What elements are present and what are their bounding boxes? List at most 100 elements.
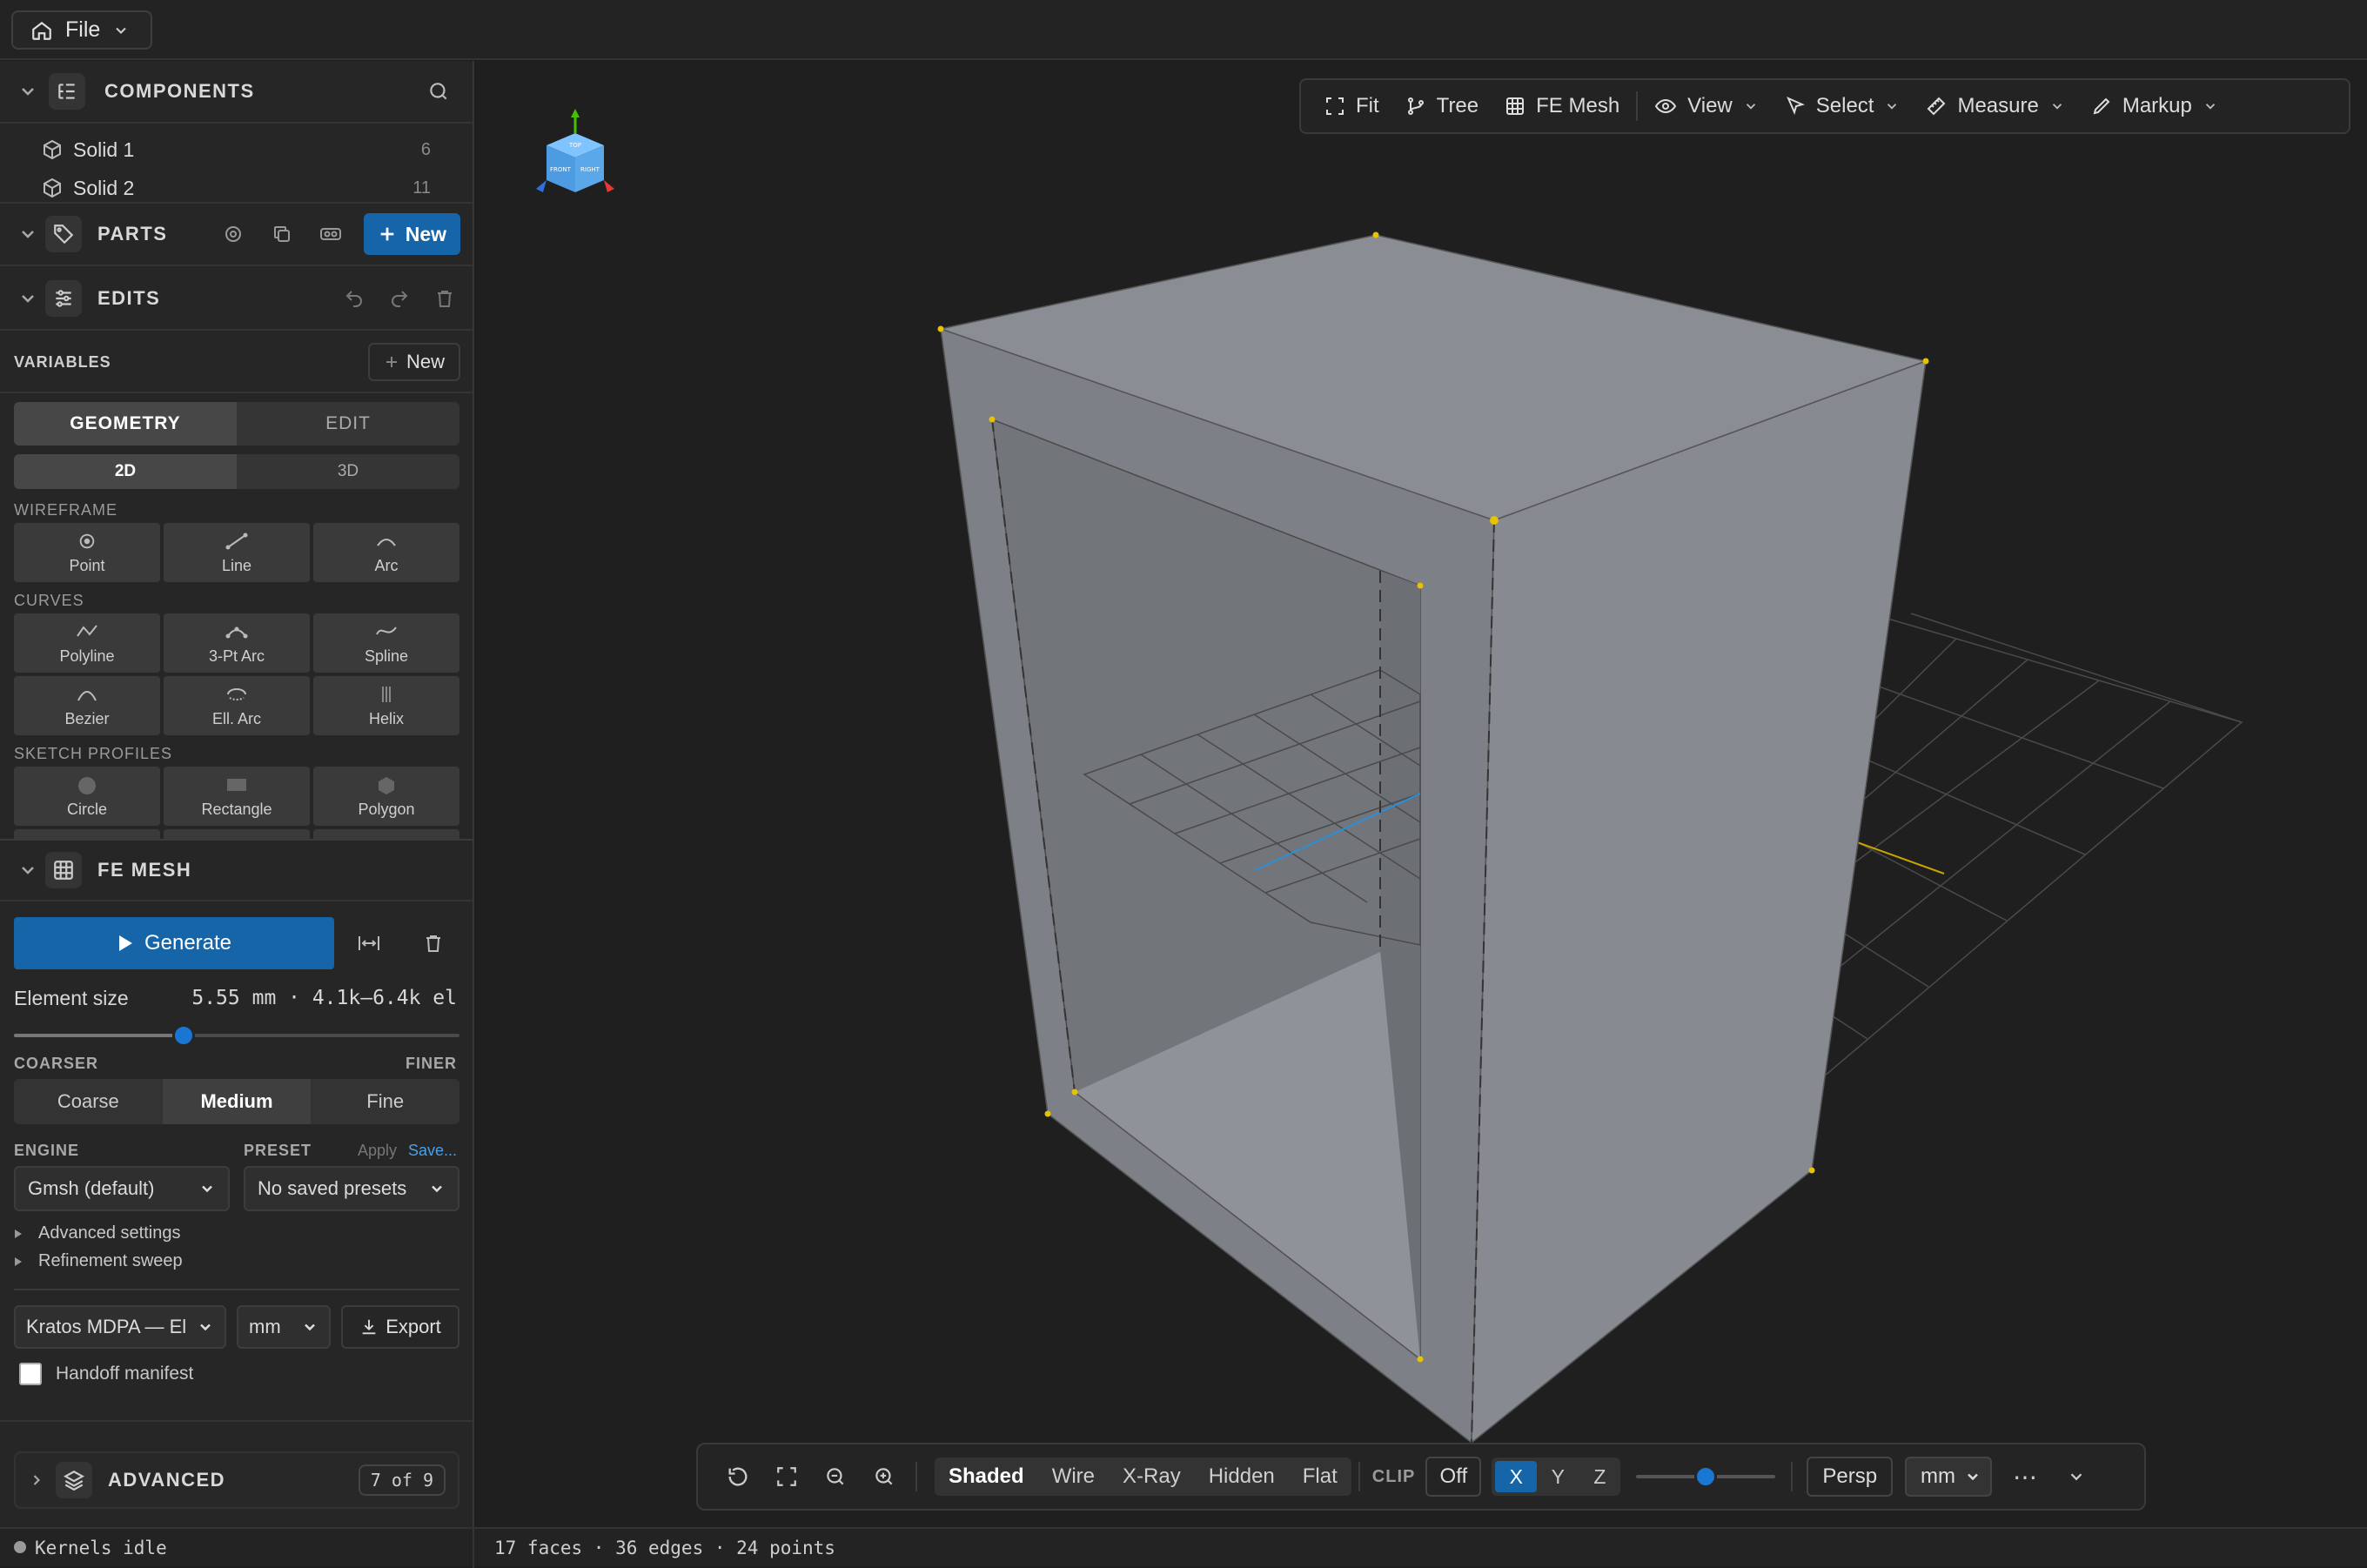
tab-2d[interactable]: 2D [14,454,237,489]
new-part-label: New [405,222,446,245]
density-fine[interactable]: Fine [311,1079,459,1124]
preset-save-link[interactable]: Save... [408,1142,457,1160]
export-format-select[interactable]: Kratos MDPA — El [14,1305,226,1349]
export-unit-select[interactable]: mm [237,1305,331,1349]
tool-3pt-arc[interactable]: 3-Pt Arc [164,613,310,673]
redo-icon[interactable] [382,281,417,316]
mode-flat[interactable]: Flat [1289,1457,1351,1496]
tool-spline[interactable]: Spline [313,613,459,673]
preset-apply-link[interactable]: Apply [358,1142,397,1160]
mode-shaded[interactable]: Shaded [935,1457,1038,1496]
mode-wire[interactable]: Wire [1038,1457,1109,1496]
tool-helix[interactable]: Helix [313,676,459,735]
view-cube-top-label: TOP [568,142,581,149]
tab-3d[interactable]: 3D [237,454,459,489]
fe-mesh-section: FE MESH Generate Element size 5.55 mm · … [0,839,474,1526]
refinement-sweep-toggle[interactable]: Refinement sweep [14,1251,183,1271]
markup-label: Markup [2122,94,2192,117]
density-medium[interactable]: Medium [162,1079,312,1124]
tool-ell-arc[interactable]: Ell. Arc [164,676,310,735]
mode-xray[interactable]: X-Ray [1109,1457,1195,1496]
slider-thumb[interactable] [171,1024,195,1047]
tab-edit[interactable]: EDIT [237,402,459,446]
slider-fill [14,1034,184,1037]
render-mode-segment: Shaded Wire X-Ray Hidden Flat [935,1457,1351,1496]
view-menu-button[interactable]: View [1641,87,1772,125]
clip-axis-z[interactable]: Z [1579,1465,1620,1489]
engine-label: ENGINE [14,1142,80,1159]
model-canvas[interactable] [475,61,2367,1527]
spline-icon [376,627,397,635]
tree-button[interactable]: Tree [1392,87,1492,125]
markup-menu-button[interactable]: Markup [2078,87,2231,125]
trash-icon[interactable] [427,281,462,316]
measure-menu-button[interactable]: Measure [1913,87,2077,125]
fullscreen-icon[interactable] [766,1456,808,1498]
export-button[interactable]: Export [341,1305,459,1349]
box-right-face[interactable] [1471,359,1927,1444]
generate-button[interactable]: Generate [14,917,334,969]
select-menu-button[interactable]: Select [1772,87,1914,125]
eye-icon [1655,98,1677,114]
3d-viewport[interactable]: TOP FRONT RIGHT Fit Tree FE Mesh View Se… [475,61,2367,1527]
tool-circle[interactable]: Circle [14,767,160,826]
tool-line[interactable]: Line [164,523,310,582]
clip-slider-thumb[interactable] [1694,1465,1718,1488]
file-menu-button[interactable]: File [11,10,152,50]
advanced-settings-toggle[interactable]: Advanced settings [14,1223,180,1243]
trash-icon[interactable] [416,926,451,961]
collapse-chevron-icon[interactable] [17,288,38,309]
cube-icon [44,178,61,198]
fit-label: Fit [1356,94,1379,117]
tool-bezier[interactable]: Bezier [14,676,160,735]
clip-off-button[interactable]: Off [1425,1457,1482,1497]
advanced-count-badge: 7 of 9 [358,1464,446,1496]
density-coarse[interactable]: Coarse [14,1079,163,1124]
collapse-chevron-icon[interactable] [17,81,38,102]
tool-label: Circle [66,801,107,818]
reset-view-icon[interactable] [717,1456,759,1498]
view-cube[interactable]: TOP FRONT RIGHT [527,109,623,204]
tool-point[interactable]: Point [14,523,160,582]
new-variable-button[interactable]: New [367,343,460,381]
collapse-chevron-icon[interactable] [17,860,38,881]
clip-slider[interactable] [1636,1465,1776,1488]
tool-polygon[interactable]: Polygon [313,767,459,826]
fit-button[interactable]: Fit [1311,87,1392,125]
tab-geometry[interactable]: GEOMETRY [14,402,237,446]
tree-label: Tree [1436,94,1479,117]
engine-select[interactable]: Gmsh (default) [14,1166,230,1211]
collapse-chevron-icon[interactable] [17,224,38,245]
search-icon[interactable] [427,80,450,103]
copy-icon[interactable] [265,217,299,251]
chevron-down-icon [2205,104,2216,110]
tool-arc[interactable]: Arc [313,523,459,582]
zoom-out-icon[interactable] [815,1456,856,1498]
fit-width-icon[interactable] [352,926,386,961]
chevron-down-icon[interactable] [2067,1467,2086,1486]
advanced-section-header[interactable]: ADVANCED 7 of 9 [14,1451,459,1509]
element-size-slider[interactable] [14,1024,459,1047]
fe-mesh-button[interactable]: FE Mesh [1492,87,1633,125]
undo-icon[interactable] [337,281,372,316]
new-part-button[interactable]: New [363,213,460,255]
clip-axis-y[interactable]: Y [1537,1465,1579,1489]
advanced-settings-label: Advanced settings [38,1223,181,1243]
tree-item-solid-1[interactable]: Solid 1 6 [0,131,473,169]
preset-select[interactable]: No saved presets [244,1166,459,1211]
more-options-icon[interactable]: ⋯ [2013,1463,2037,1491]
target-icon[interactable] [216,217,251,251]
clip-axis-x[interactable]: X [1495,1461,1538,1492]
unit-select[interactable]: mm [1905,1457,1993,1497]
chevron-down-icon [202,1185,212,1193]
handoff-checkbox[interactable] [19,1363,42,1385]
mode-hidden[interactable]: Hidden [1195,1457,1289,1496]
handoff-manifest-checkbox-row[interactable]: Handoff manifest [19,1363,193,1385]
top-bar: File [0,0,2367,60]
tool-polyline[interactable]: Polyline [14,613,160,673]
view-cube-right-label: RIGHT [580,166,600,173]
zoom-in-icon[interactable] [863,1456,905,1498]
projection-button[interactable]: Persp [1807,1457,1894,1497]
tool-rectangle[interactable]: Rectangle [164,767,310,826]
link-icon[interactable] [313,217,348,251]
